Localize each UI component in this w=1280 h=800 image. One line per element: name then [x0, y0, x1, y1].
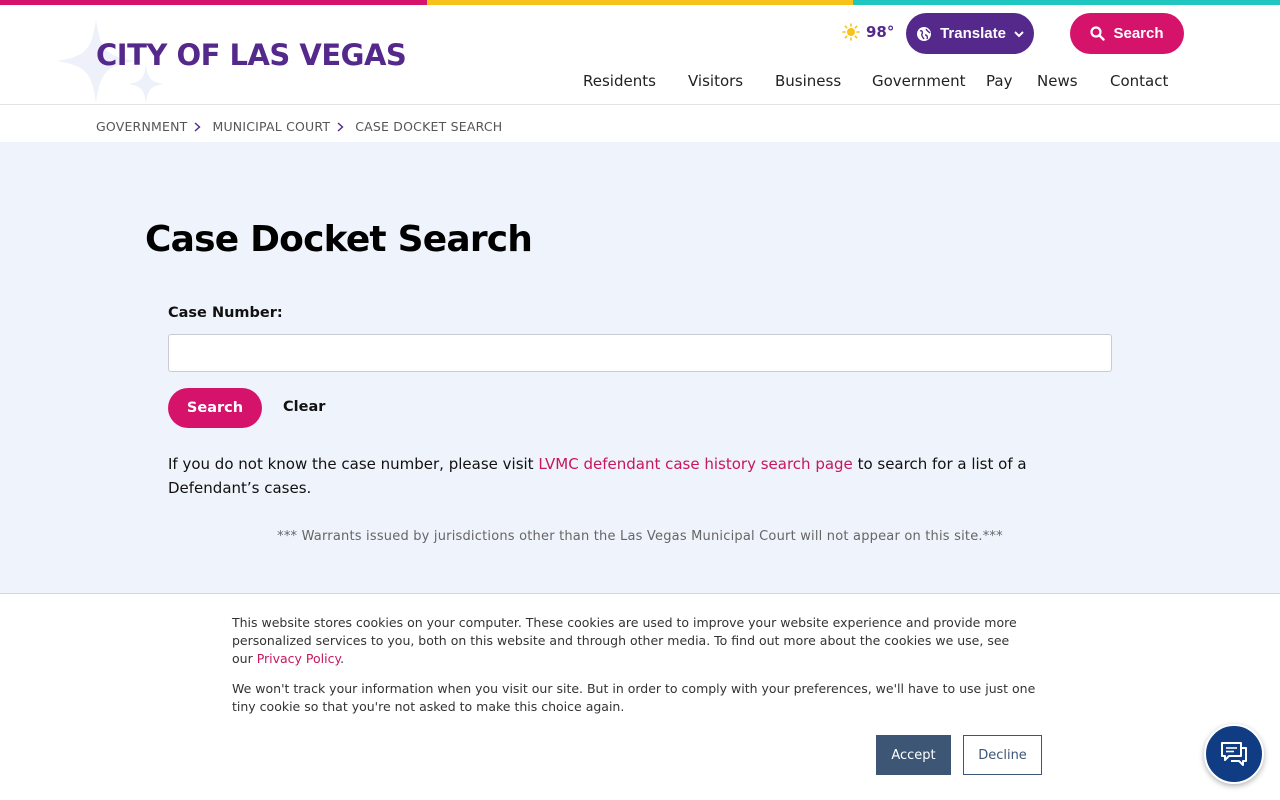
chat-button[interactable]	[1204, 724, 1264, 784]
case-number-label: Case Number:	[168, 305, 283, 321]
main-content: Case Docket Search Case Number: Search C…	[0, 142, 1280, 594]
cookie-text-body: This website stores cookies on your comp…	[232, 615, 1017, 666]
header-search-button[interactable]: Search	[1070, 13, 1184, 54]
cookie-text-end: .	[340, 651, 345, 666]
nav-residents[interactable]: Residents	[583, 72, 656, 90]
nav-news[interactable]: News	[1037, 72, 1078, 90]
nav-business[interactable]: Business	[775, 72, 841, 90]
sun-icon	[842, 23, 860, 41]
chevron-right-icon	[337, 121, 344, 132]
breadcrumb-bar: GOVERNMENT MUNICIPAL COURT CASE DOCKET S…	[0, 106, 1280, 142]
decline-button[interactable]: Decline	[963, 735, 1042, 775]
header-search-label: Search	[1113, 25, 1164, 42]
translate-label: Translate	[940, 25, 1006, 42]
clear-button[interactable]: Clear	[283, 399, 325, 415]
accept-button[interactable]: Accept	[876, 735, 951, 775]
cookie-banner: This website stores cookies on your comp…	[0, 593, 1280, 800]
page-title: Case Docket Search	[145, 219, 533, 260]
site-logo[interactable]: CITY OF LAS VEGAS	[96, 38, 407, 72]
case-history-link[interactable]: LVMC defendant case history search page	[538, 455, 852, 473]
weather-widget: 98°	[842, 23, 894, 41]
nav-government[interactable]: Government	[872, 72, 966, 90]
warrant-note: *** Warrants issued by jurisdictions oth…	[277, 529, 1003, 544]
breadcrumb: GOVERNMENT MUNICIPAL COURT CASE DOCKET S…	[96, 119, 502, 134]
translate-button[interactable]: Translate	[906, 13, 1034, 54]
cookie-preference-text: We won't track your information when you…	[232, 681, 1036, 714]
case-number-input[interactable]	[168, 334, 1112, 372]
chat-icon	[1221, 742, 1247, 766]
search-button[interactable]: Search	[168, 388, 262, 428]
help-text-before: If you do not know the case number, plea…	[168, 455, 539, 473]
search-icon	[1090, 26, 1106, 41]
cookie-text: This website stores cookies on your comp…	[232, 614, 1032, 668]
nav-visitors[interactable]: Visitors	[688, 72, 743, 90]
breadcrumb-current: CASE DOCKET SEARCH	[355, 119, 503, 134]
chevron-right-icon	[195, 121, 202, 132]
help-text: If you do not know the case number, plea…	[168, 452, 1078, 500]
globe-icon	[917, 26, 932, 41]
chevron-down-icon	[1014, 30, 1024, 37]
privacy-policy-link[interactable]: Privacy Policy	[257, 651, 340, 666]
breadcrumb-government[interactable]: GOVERNMENT	[96, 119, 187, 134]
nav-pay[interactable]: Pay	[986, 72, 1012, 90]
breadcrumb-municipal-court[interactable]: MUNICIPAL COURT	[212, 119, 330, 134]
site-header: CITY OF LAS VEGAS 98° Translate Search R…	[0, 5, 1280, 105]
weather-temperature: 98°	[866, 23, 895, 41]
nav-contact[interactable]: Contact	[1110, 72, 1168, 90]
